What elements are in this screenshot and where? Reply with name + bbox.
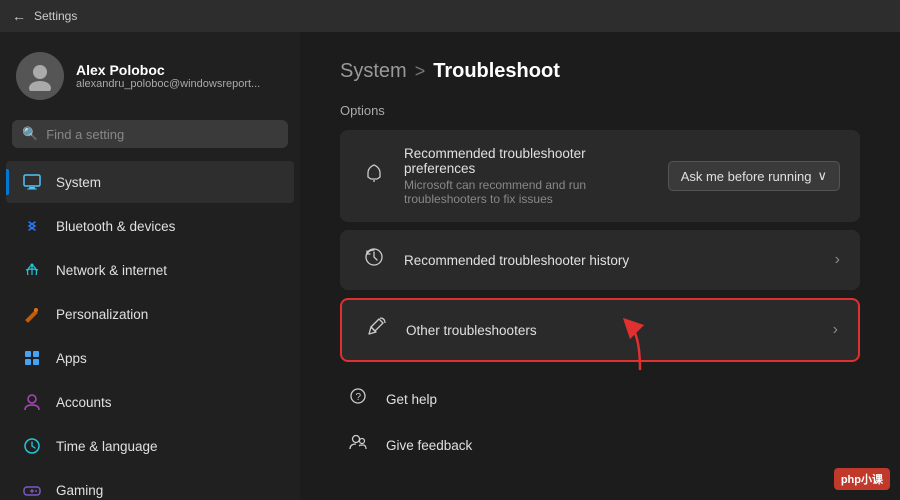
bluetooth-icon xyxy=(22,216,42,236)
network-icon xyxy=(22,260,42,280)
search-icon: 🔍 xyxy=(22,126,38,142)
other-troubleshooters-icon xyxy=(362,316,390,344)
php-watermark: php小课 xyxy=(834,468,890,490)
card-row-recommended-prefs[interactable]: Recommended troubleshooter preferences M… xyxy=(340,130,860,222)
system-icon xyxy=(22,172,42,192)
sidebar: Alex Poloboc alexandru_poloboc@windowsre… xyxy=(0,32,300,500)
time-icon xyxy=(22,436,42,456)
give-feedback-icon xyxy=(344,432,372,458)
card-recommended-history: Recommended troubleshooter history › xyxy=(340,230,860,290)
dropdown-button[interactable]: Ask me before running ∨ xyxy=(668,161,840,191)
back-button[interactable]: ← xyxy=(12,8,26,24)
breadcrumb-separator: > xyxy=(415,61,426,82)
sidebar-item-label-network: Network & internet xyxy=(56,263,167,278)
breadcrumb: System > Troubleshoot xyxy=(340,60,860,83)
card-recommended-prefs: Recommended troubleshooter preferences M… xyxy=(340,130,860,222)
sidebar-item-label-accounts: Accounts xyxy=(56,395,112,410)
sidebar-item-accounts[interactable]: Accounts xyxy=(6,381,294,423)
user-info: Alex Poloboc alexandru_poloboc@windowsre… xyxy=(76,62,260,90)
content-area: System > Troubleshoot Options Recommende… xyxy=(300,32,900,500)
card-title-other-troubleshooters: Other troubleshooters xyxy=(406,323,817,338)
card-action-recommended-prefs: Ask me before running ∨ xyxy=(668,161,840,191)
sidebar-item-time[interactable]: Time & language xyxy=(6,425,294,467)
chevron-right-icon: › xyxy=(835,251,840,269)
card-subtitle-recommended-prefs: Microsoft can recommend and run troubles… xyxy=(404,178,652,206)
title-bar: ← Settings xyxy=(0,0,900,32)
main-layout: Alex Poloboc alexandru_poloboc@windowsre… xyxy=(0,32,900,500)
search-bar[interactable]: 🔍 xyxy=(12,120,288,148)
troubleshooter-history-icon xyxy=(360,246,388,274)
sidebar-item-label-apps: Apps xyxy=(56,351,87,366)
get-help-row[interactable]: ? Get help xyxy=(340,376,860,422)
dropdown-label: Ask me before running xyxy=(681,169,812,184)
sidebar-item-bluetooth[interactable]: Bluetooth & devices xyxy=(6,205,294,247)
breadcrumb-current: Troubleshoot xyxy=(433,60,560,83)
sidebar-item-apps[interactable]: Apps xyxy=(6,337,294,379)
sidebar-item-network[interactable]: Network & internet xyxy=(6,249,294,291)
sidebar-item-label-bluetooth: Bluetooth & devices xyxy=(56,219,175,234)
troubleshooter-prefs-icon xyxy=(360,162,388,190)
chevron-right-icon-2: › xyxy=(833,321,838,339)
personalization-icon xyxy=(22,304,42,324)
extra-links: ? Get help Give feedback xyxy=(340,376,860,468)
give-feedback-row[interactable]: Give feedback xyxy=(340,422,860,468)
sidebar-item-personalization[interactable]: Personalization xyxy=(6,293,294,335)
sidebar-item-label-time: Time & language xyxy=(56,439,158,454)
card-text-recommended-history: Recommended troubleshooter history xyxy=(404,253,819,268)
card-text-other-troubleshooters: Other troubleshooters xyxy=(406,323,817,338)
avatar xyxy=(16,52,64,100)
user-name: Alex Poloboc xyxy=(76,62,260,78)
svg-text:?: ? xyxy=(356,392,362,403)
card-title-recommended-prefs: Recommended troubleshooter preferences xyxy=(404,146,652,176)
card-title-recommended-history: Recommended troubleshooter history xyxy=(404,253,819,268)
card-row-recommended-history[interactable]: Recommended troubleshooter history › xyxy=(340,230,860,290)
give-feedback-label: Give feedback xyxy=(386,438,472,453)
sidebar-item-system[interactable]: System xyxy=(6,161,294,203)
card-text-recommended-prefs: Recommended troubleshooter preferences M… xyxy=(404,146,652,206)
accounts-icon xyxy=(22,392,42,412)
get-help-label: Get help xyxy=(386,392,437,407)
user-profile[interactable]: Alex Poloboc alexandru_poloboc@windowsre… xyxy=(0,32,300,116)
get-help-icon: ? xyxy=(344,386,372,412)
sidebar-item-gaming[interactable]: Gaming xyxy=(6,469,294,500)
sidebar-item-label-system: System xyxy=(56,175,101,190)
search-input[interactable] xyxy=(46,127,278,142)
chevron-down-icon: ∨ xyxy=(817,168,827,184)
card-other-troubleshooters: Other troubleshooters › xyxy=(340,298,860,362)
user-email: alexandru_poloboc@windowsreport... xyxy=(76,78,260,90)
card-row-other-troubleshooters[interactable]: Other troubleshooters › xyxy=(342,300,858,360)
breadcrumb-parent: System xyxy=(340,60,407,83)
section-label: Options xyxy=(340,103,860,118)
sidebar-item-label-gaming: Gaming xyxy=(56,483,103,498)
apps-icon xyxy=(22,348,42,368)
sidebar-item-label-personalization: Personalization xyxy=(56,307,148,322)
app-title: Settings xyxy=(34,9,77,23)
gaming-icon xyxy=(22,480,42,500)
